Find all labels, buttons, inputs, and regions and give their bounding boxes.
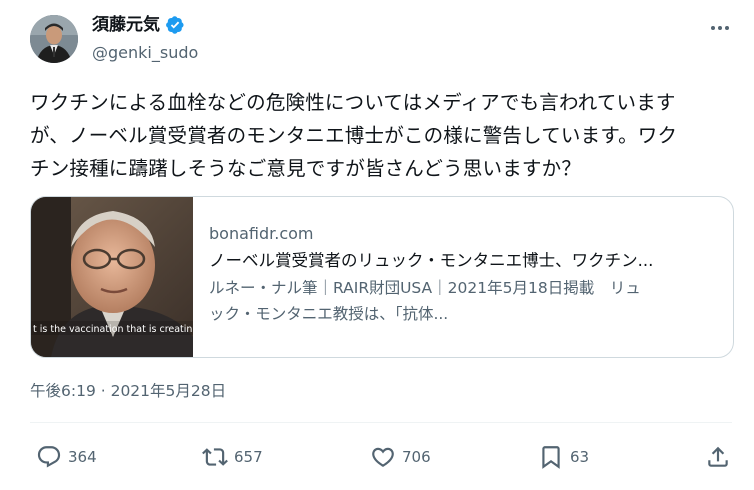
action-bar: 364 657 706 63 — [0, 440, 754, 476]
author-name-text: 須藤元気 — [92, 15, 160, 35]
heart-icon — [370, 444, 396, 470]
reply-count: 364 — [68, 448, 97, 466]
tweet-container: 須藤元気 @genki_sudo ワクチンによる血栓などの危険性についてはメディ… — [0, 0, 754, 490]
retweet-count: 657 — [234, 448, 263, 466]
more-options-icon[interactable] — [708, 18, 732, 38]
like-count: 706 — [402, 448, 431, 466]
divider — [30, 422, 732, 423]
avatar-image — [30, 15, 78, 63]
verified-badge-icon — [165, 15, 185, 35]
share-icon — [705, 444, 731, 470]
like-button[interactable]: 706 — [370, 440, 431, 474]
tweet-timestamp[interactable]: 午後6:19 · 2021年5月28日 — [30, 380, 226, 402]
link-preview-card[interactable]: t is the vaccination that is creating th… — [30, 196, 734, 358]
card-body: bonafidr.com ノーベル賞受賞者のリュック・モンタニエ博士、ワクチン.… — [209, 223, 719, 327]
tweet-text: ワクチンによる血栓などの危険性についてはメディアでも言われています が、ノーベル… — [30, 86, 740, 185]
card-image-caption: t is the vaccination that is creating th… — [33, 324, 193, 335]
tweet-text-line: チン接種に躊躇しそうなご意見ですが皆さんどう思いますか？ — [30, 157, 582, 180]
card-description: ルネー・ナル筆｜RAIR財団USA｜2021年5月18日掲載 リュ ック・モンタ… — [209, 275, 719, 327]
card-domain: bonafidr.com — [209, 224, 314, 243]
reply-button[interactable]: 364 — [36, 440, 97, 474]
card-title: ノーベル賞受賞者のリュック・モンタニエ博士、ワクチン... — [209, 251, 654, 270]
tweet-text-line: が、ノーベル賞受賞者のモンタニエ博士がこの様に警告しています。ワク — [30, 124, 678, 147]
author-handle[interactable]: @genki_sudo — [92, 43, 198, 63]
bookmark-count: 63 — [570, 448, 590, 466]
card-thumbnail: t is the vaccination that is creating th… — [31, 197, 193, 357]
card-description-line: ルネー・ナル筆｜RAIR財団USA｜2021年5月18日掲載 リュ — [209, 279, 641, 297]
tweet-text-line: ワクチンによる血栓などの危険性についてはメディアでも言われています — [30, 91, 676, 114]
retweet-icon — [202, 444, 228, 470]
avatar[interactable] — [30, 15, 78, 63]
share-button[interactable] — [705, 440, 731, 474]
reply-icon — [36, 444, 62, 470]
bookmark-icon — [538, 444, 564, 470]
bookmark-button[interactable]: 63 — [538, 440, 589, 474]
card-description-line: ック・モンタニエ教授は、「抗体... — [209, 305, 449, 323]
retweet-button[interactable]: 657 — [202, 440, 263, 474]
author-name[interactable]: 須藤元気 — [92, 14, 185, 36]
